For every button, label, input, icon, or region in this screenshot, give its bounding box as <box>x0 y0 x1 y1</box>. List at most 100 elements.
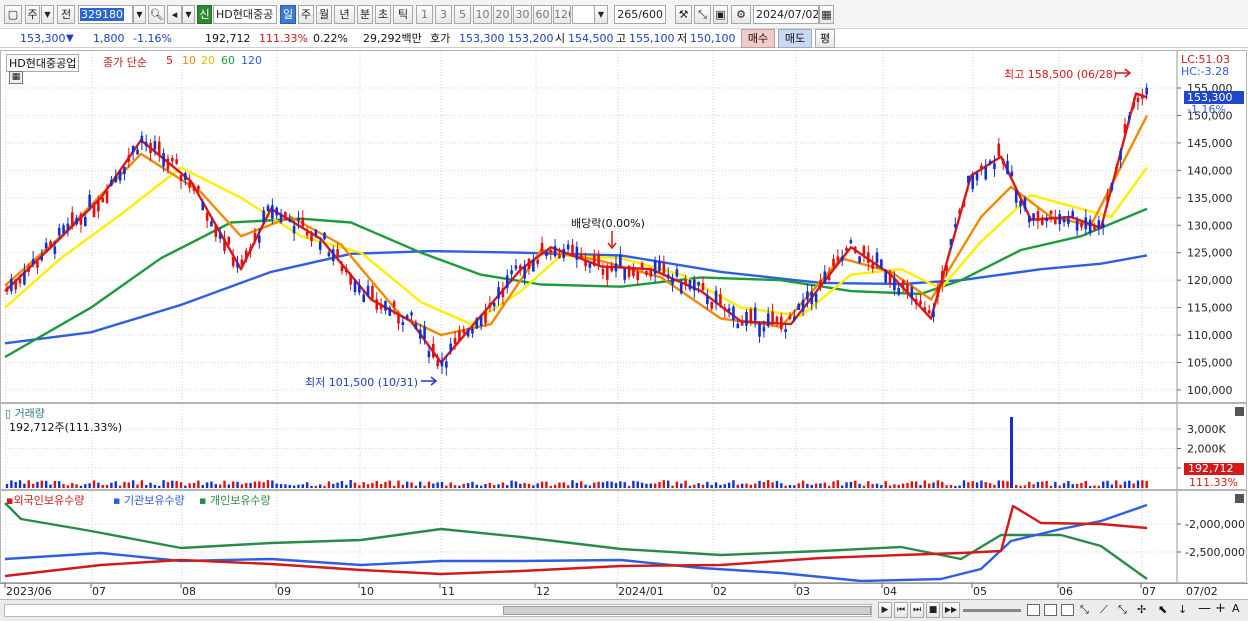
prev-button[interactable]: 전 <box>57 5 75 24</box>
code-dropdown-icon[interactable]: ▼ <box>133 5 146 24</box>
period-tick-tab[interactable]: 틱 <box>393 5 413 24</box>
calendar-icon[interactable]: ▦ <box>819 5 834 24</box>
scroll-play-icon[interactable]: ▶ <box>878 602 892 618</box>
zoom-slider[interactable] <box>963 609 1021 612</box>
speaker-dropdown-icon[interactable]: ▼ <box>182 5 195 24</box>
stock-name-field[interactable]: HD현대중공 <box>213 5 277 24</box>
legend-stock-name: HD현대중공업 <box>6 54 80 72</box>
volume-bar <box>127 482 130 488</box>
volume-bar <box>723 484 726 488</box>
volume-bar <box>740 483 744 488</box>
drawing-tools-icon[interactable]: ⤡ <box>694 5 711 24</box>
interval-60-button[interactable]: 60 <box>533 5 552 24</box>
stop-icon[interactable]: ■ <box>926 602 940 618</box>
holdings-chart[interactable]: -2,000,000 -2,500,000 <box>1 491 1246 582</box>
trend-icon[interactable]: ⟋ <box>1100 603 1108 617</box>
stock-code-input[interactable]: 329180 <box>78 5 133 24</box>
period-second-tab[interactable]: 초 <box>375 5 391 24</box>
candle-body <box>140 135 144 143</box>
count-field[interactable]: 265/600 <box>614 5 666 24</box>
interval-10-button[interactable]: 10 <box>473 5 492 24</box>
interval-30-button[interactable]: 30 <box>513 5 532 24</box>
candle-body <box>466 329 470 337</box>
volume-bar <box>145 485 148 488</box>
save-icon[interactable]: ▣ <box>713 5 728 24</box>
close-icon[interactable] <box>1235 494 1244 503</box>
sell-button[interactable]: 매도 <box>778 29 812 48</box>
period-day-tab[interactable]: 일 <box>280 5 296 24</box>
period-week-tab[interactable]: 주 <box>298 5 314 24</box>
candle-body <box>714 290 718 303</box>
candle-body <box>801 299 805 312</box>
volume-bar <box>506 485 509 488</box>
date-input[interactable]: 2024/07/02 <box>753 5 819 24</box>
candle-body <box>105 191 109 203</box>
high-label: 고 <box>616 32 627 45</box>
scroll-start-icon[interactable]: ⏮ <box>894 602 908 618</box>
candle-body <box>1006 160 1009 175</box>
candle-body <box>401 322 405 325</box>
volume-bar <box>62 484 65 488</box>
volume-bar <box>1084 480 1087 488</box>
price-panel: 155,000 150,000 145,000 140,000 135,000 130,0… <box>0 50 1247 403</box>
search-icon[interactable]: 🔍︎ <box>148 5 165 24</box>
candle-body <box>610 265 613 272</box>
interval-3-button[interactable]: 3 <box>435 5 452 24</box>
text-annotation-icon[interactable]: A <box>1232 602 1240 615</box>
interval-120-button[interactable]: 120 <box>553 5 571 24</box>
fast-forward-icon[interactable]: ▶▶ <box>942 602 960 618</box>
close-icon[interactable] <box>1235 407 1244 416</box>
zoom-in-icon[interactable]: + <box>1215 601 1226 616</box>
interval-20-button[interactable]: 20 <box>493 5 512 24</box>
candle-body <box>1093 226 1096 230</box>
candle-body <box>888 273 892 284</box>
scroll-down-icon[interactable]: ↓ <box>1178 603 1187 616</box>
interval-1-button[interactable]: 1 <box>416 5 433 24</box>
candle-body <box>40 256 44 261</box>
window-icon[interactable] <box>1044 604 1057 616</box>
period-minute-tab[interactable]: 분 <box>357 5 373 24</box>
interval-dropdown-icon[interactable]: ▼ <box>594 5 608 24</box>
candle-body <box>1049 210 1053 215</box>
chart-type-icon[interactable]: ⤡ <box>1118 603 1127 617</box>
zoom-out-icon[interactable]: — <box>1198 601 1211 616</box>
volume-bar <box>214 484 217 488</box>
candle-body <box>1145 87 1148 95</box>
period-month-tab[interactable]: 월 <box>316 5 332 24</box>
x-axis-label: 11 <box>441 585 455 598</box>
gear-icon[interactable]: ⚙ <box>731 5 751 24</box>
candle-body <box>18 278 22 284</box>
period-year-tab[interactable]: 년 <box>334 5 355 24</box>
candle-body <box>275 207 278 216</box>
candle-body <box>57 227 61 236</box>
crosshair-icon[interactable]: ✢ <box>1137 603 1146 616</box>
evaluate-button[interactable]: 평 <box>815 29 835 48</box>
candle-body <box>1067 218 1070 224</box>
scrollbar-thumb[interactable] <box>503 606 871 615</box>
scrollbar-track[interactable] <box>4 604 872 617</box>
candle-body <box>706 296 709 305</box>
buy-button[interactable]: 매수 <box>741 29 775 48</box>
copy-icon[interactable] <box>1061 604 1074 616</box>
x-axis-label: 2023/06 <box>6 585 52 598</box>
candle-body <box>519 265 522 270</box>
drawing-icon[interactable]: ⤡ <box>1080 603 1089 617</box>
y-axis-tick-label: 2,000K <box>1187 443 1226 456</box>
market-type-select[interactable]: 주 <box>25 5 40 24</box>
layout-icon[interactable] <box>1027 604 1040 616</box>
candle-body <box>462 329 466 334</box>
volume-chart[interactable]: 3,000K2,000K1,000K <box>1 404 1246 489</box>
x-axis: 2023/06 07 08 09 10 11 12 2024/01 02 03 04 05 06 07 0… <box>0 583 1248 600</box>
chevron-down-icon[interactable]: ▼ <box>41 5 54 24</box>
scroll-end-icon[interactable]: ⏭ <box>910 602 924 618</box>
candle-body <box>379 304 383 310</box>
cursor-icon[interactable]: ⬉ <box>1158 603 1167 616</box>
chart-window-icon[interactable]: ▢ <box>4 5 22 24</box>
speaker-icon[interactable]: ◂ <box>167 5 182 24</box>
candle-settings-icon[interactable]: ⚒ <box>675 5 692 24</box>
candle-body <box>1014 189 1018 203</box>
grid-toggle-icon[interactable]: ▦ <box>9 71 23 84</box>
interval-5-button[interactable]: 5 <box>454 5 471 24</box>
candle-body <box>349 274 352 285</box>
x-axis-label: 09 <box>277 585 291 598</box>
